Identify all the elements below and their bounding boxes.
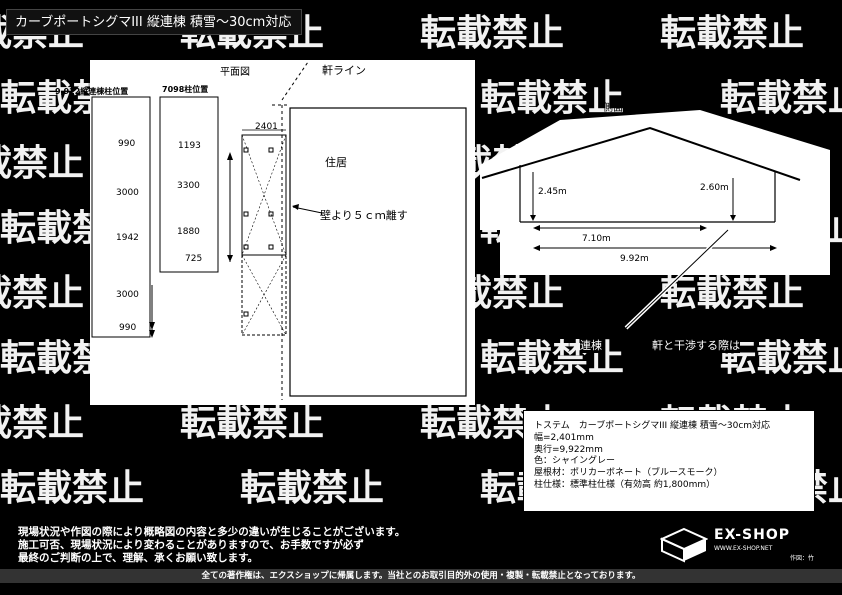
spec-line: トステム カーブポートシグマIII 縦連棟 積雪〜30cm対応 [534,421,771,431]
logo-name: EX-SHOP [714,527,790,543]
watermark-text: 転載禁止 [0,468,144,509]
side-height-1: 2.45m [538,187,567,197]
logo-url: WWW.EX-SHOP.NET [714,545,773,552]
dim-left-2: 3000 [116,188,139,198]
col-label-right: 7098柱位置 [162,85,209,94]
ex-shop-logo-icon [660,527,708,563]
page-title: カーブポートシグマIII 縦連棟 積雪〜30cm対応 [6,9,302,35]
wall-gap-label: 壁より５ｃｍ離す [320,209,408,222]
copyright-footer: 全ての著作権は、エクスショップに帰属します。当社とのお取引目的外の使用・複製・転… [0,569,842,583]
side-title: 側面図 [603,103,633,114]
dim-left-3: 1942 [116,233,139,243]
dim-right-4: 725 [185,254,203,264]
eave-line-label: 軒ライン [322,64,366,77]
dim-right-3: 1880 [177,227,200,237]
spec-line: 屋根材：ポリカーボネート（ブルースモーク） [534,468,723,479]
side-depth-1: 7.10m [582,234,611,244]
watermark-text: 転載禁止 [0,143,84,184]
notice-line: 施工可否、現場状況により変わることがありますので、お手数ですが必ず [18,539,364,551]
side-depth-2: 9.92m [620,254,649,264]
notice-line: 現場状況や作図の際により概略図の内容と多少の違いが生じることがございます。 [18,526,406,538]
col-label-left: 9,922縦連棟柱位置 [55,87,129,96]
dim-right-1: 1193 [178,141,201,151]
dim-left-1: 990 [118,139,136,149]
watermark-text: 転載禁止 [0,273,84,314]
plan-title: 平面図 [220,67,250,78]
spec-line: 幅=2,401mm [534,432,594,443]
side-note-b: 軒と干渉する際は [652,337,740,353]
spec-line: 柱仕様：標準柱仕様（有効高 約1,800mm） [534,479,716,490]
watermark-text: 転載禁止 [660,13,804,54]
drawn-by: 作図：竹 [790,555,815,562]
watermark-text: 転載禁止 [720,78,842,119]
side-height-2: 2.60m [700,183,729,193]
watermark-text: 転載禁止 [240,468,384,509]
house-label: 住居 [325,156,347,169]
drawing-sheet: 転載禁止転載禁止転載禁止転載禁止転載禁止転載禁止転載禁止転載禁止転載禁止転載禁止… [0,0,842,595]
notice-text: 現場状況や作図の際により概略図の内容と多少の違いが生じることがございます。 施工… [18,526,405,565]
spec-line: 色：シャイングレー [534,456,616,467]
notice-line: 最終のご判断の上で、理解、承くお願い致します。 [18,552,259,564]
watermark-text: 転載禁止 [480,338,624,379]
plan-width: 2401 [255,122,278,132]
watermark-text: 転載禁止 [180,403,324,444]
watermark-text: 転載禁止 [0,403,84,444]
watermark-text: 転載禁止 [660,273,804,314]
dim-right-2: 3300 [177,181,200,191]
spec-line: 奥行=9,922mm [534,444,603,455]
spec-info-box: トステム カーブポートシグマIII 縦連棟 積雪〜30cm対応 幅=2,401m… [523,410,815,512]
dim-left-4: 3000 [116,290,139,300]
watermark-text: 転載禁止 [420,13,564,54]
dim-left-5: 990 [119,323,137,333]
side-note-a: 連棟 [580,337,602,353]
